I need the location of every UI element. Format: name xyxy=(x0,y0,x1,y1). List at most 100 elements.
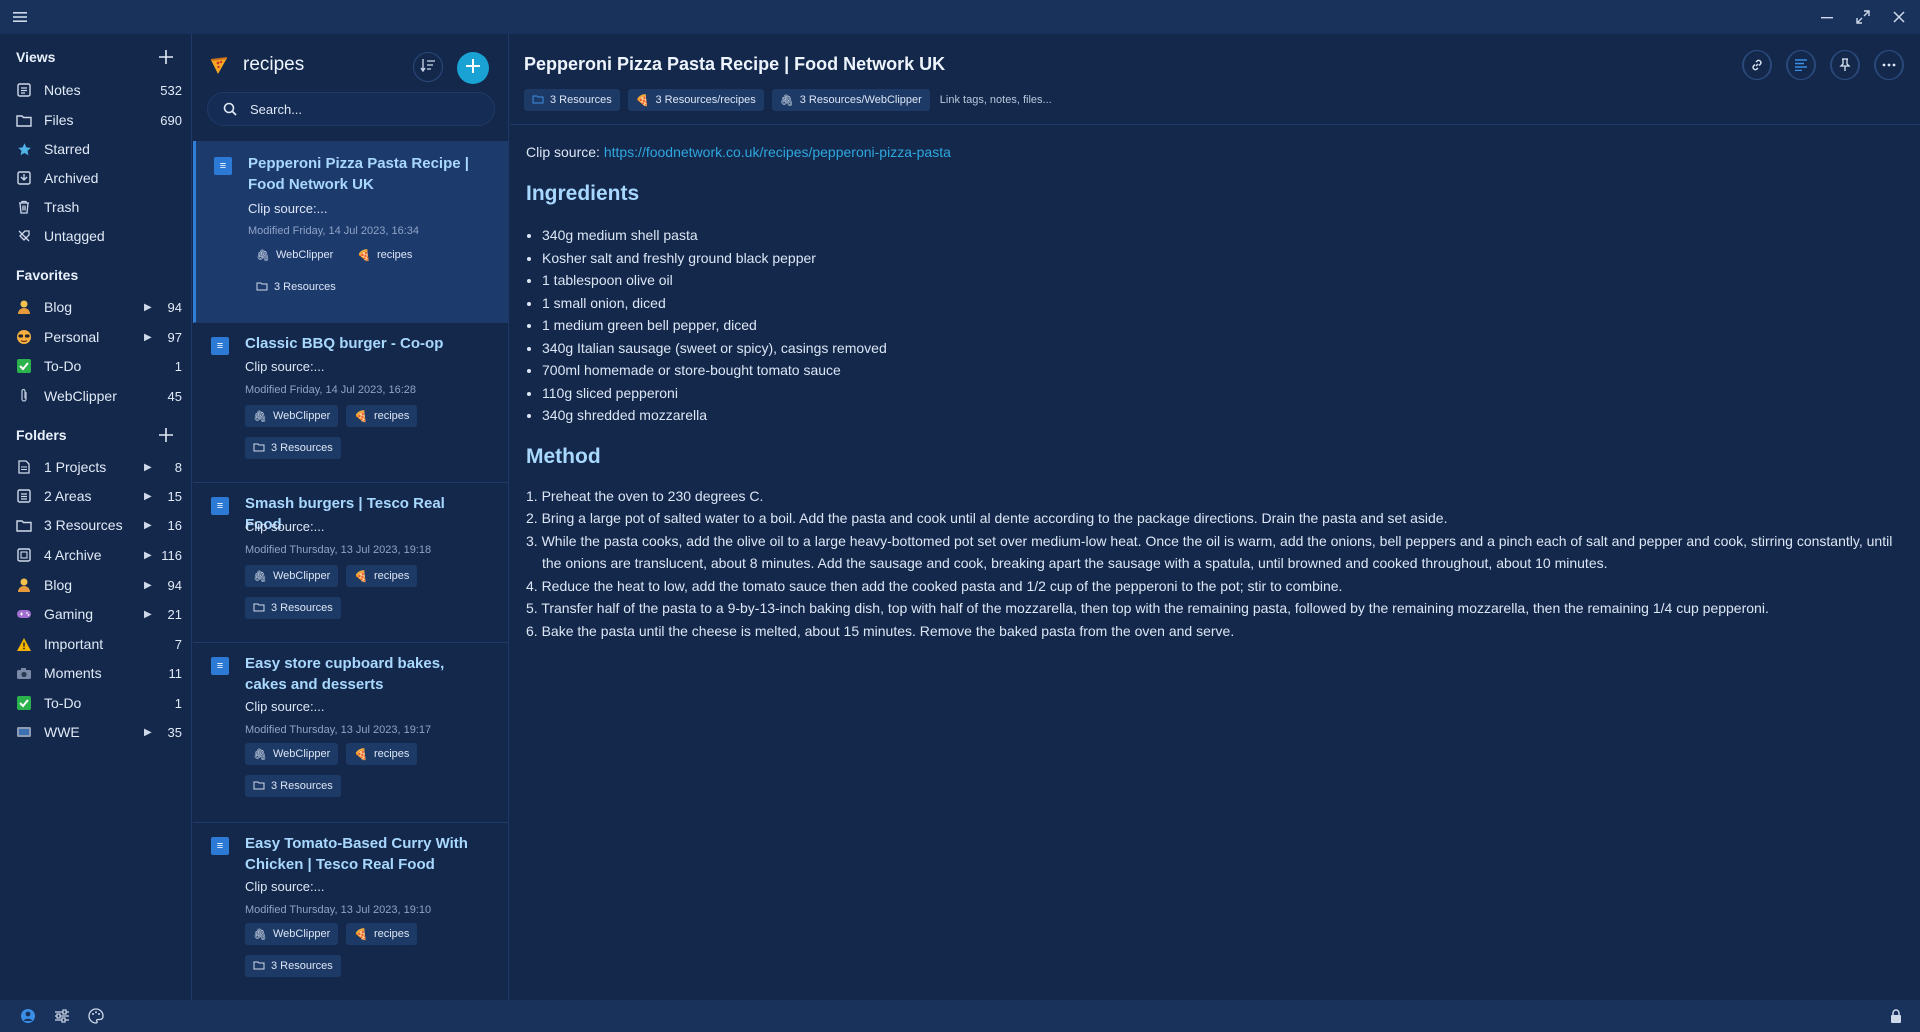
add-view-plus-icon[interactable] xyxy=(156,46,176,68)
note-content[interactable]: Clip source: https://foodnetwork.co.uk/r… xyxy=(526,144,1906,642)
chevron-right-icon[interactable]: ▶ xyxy=(144,302,154,313)
note-card[interactable]: ≡ Smash burgers | Tesco Real Food Clip s… xyxy=(193,483,508,643)
link-tags-input[interactable]: Link tags, notes, files... xyxy=(940,94,1052,106)
sidebar-item-todo[interactable]: To-Do 1 xyxy=(10,352,182,380)
tag-recipes[interactable]: 🍕 recipes xyxy=(346,923,418,945)
chevron-right-icon[interactable]: ▶ xyxy=(144,332,154,343)
tag-webclipper[interactable]: 🖇 WebClipper xyxy=(248,244,341,266)
note-modified: Modified Thursday, 13 Jul 2023, 19:10 xyxy=(245,904,432,916)
sidebar-item-untagged[interactable]: Untagged xyxy=(10,222,182,250)
link-button[interactable] xyxy=(1742,50,1772,80)
note-card[interactable]: ≡ Easy Tomato-Based Curry With Chicken |… xyxy=(193,823,508,1000)
sidebar-item-label: 3 Resources xyxy=(44,517,123,533)
sidebar-item-important[interactable]: Important 7 xyxy=(10,630,182,658)
tag-label: recipes xyxy=(376,249,413,261)
sidebar-item-areas[interactable]: 2 Areas ▶ 15 xyxy=(10,482,182,510)
note-tags: 🖇 WebClipper 🍕 recipes xyxy=(245,923,418,945)
sidebar-item-label: To-Do xyxy=(44,695,82,711)
tag-webclipper[interactable]: 🖇 WebClipper xyxy=(245,565,339,587)
chevron-right-icon[interactable]: ▶ xyxy=(144,520,154,531)
editor-tag-recipes[interactable]: 🍕 3 Resources/recipes xyxy=(627,89,764,111)
tag-recipes[interactable]: 🍕 recipes xyxy=(349,244,420,266)
add-folder-plus-icon[interactable] xyxy=(156,424,176,446)
sidebar-item-trash[interactable]: Trash xyxy=(10,193,182,221)
outline-button[interactable] xyxy=(1786,50,1816,80)
note-modified: Modified Thursday, 13 Jul 2023, 19:17 xyxy=(245,724,432,736)
folder-tag[interactable]: 3 Resources xyxy=(245,775,341,797)
note-list-header: recipes xyxy=(209,48,499,84)
search-input[interactable] xyxy=(250,101,470,117)
chevron-right-icon[interactable]: ▶ xyxy=(144,491,154,502)
settings-sliders-icon[interactable] xyxy=(52,1006,72,1026)
more-button[interactable] xyxy=(1874,50,1904,80)
editor-tag-folder[interactable]: 3 Resources xyxy=(524,89,620,111)
tag-label: 3 Resources xyxy=(550,94,612,106)
sidebar-item-count: 35 xyxy=(167,724,182,740)
sidebar-item-count: 21 xyxy=(167,606,182,622)
favorites-heading: Favorites xyxy=(16,264,176,286)
sidebar-item-starred[interactable]: Starred xyxy=(10,135,182,163)
tag-webclipper[interactable]: 🖇 WebClipper xyxy=(245,743,339,765)
tag-webclipper[interactable]: 🖇 WebClipper xyxy=(245,923,339,945)
chevron-right-icon[interactable]: ▶ xyxy=(144,727,154,738)
list-icon xyxy=(14,486,34,506)
sidebar-item-count: 116 xyxy=(161,547,182,563)
tag-recipes[interactable]: 🍕 recipes xyxy=(346,743,418,765)
note-folder: 3 Resources xyxy=(245,955,341,977)
folder-label: 3 Resources xyxy=(271,960,333,972)
folder-tag[interactable]: 3 Resources xyxy=(248,276,344,298)
sidebar-item-resources[interactable]: 3 Resources ▶ 16 xyxy=(10,511,182,539)
sidebar-item-notes[interactable]: Notes 532 xyxy=(10,76,182,104)
paperclip-icon xyxy=(14,386,34,406)
sidebar-item-webclipper[interactable]: WebClipper 45 xyxy=(10,382,182,410)
sidebar-item-archived[interactable]: Archived xyxy=(10,164,182,192)
editor-tag-webclipper[interactable]: 🖇 3 Resources/WebClipper xyxy=(771,89,930,111)
search-box[interactable] xyxy=(207,92,495,126)
tag-webclipper[interactable]: 🖇 WebClipper xyxy=(245,405,339,427)
clip-source-label: Clip source: xyxy=(526,144,600,160)
archive-icon xyxy=(14,168,34,188)
new-note-button[interactable] xyxy=(457,52,489,84)
close-icon[interactable] xyxy=(1888,6,1910,28)
minimize-icon[interactable] xyxy=(1816,6,1838,28)
sidebar-item-label: Personal xyxy=(44,329,100,345)
pin-icon xyxy=(1831,50,1859,80)
chevron-right-icon[interactable]: ▶ xyxy=(144,462,154,473)
chevron-right-icon[interactable]: ▶ xyxy=(144,580,154,591)
folder-tag[interactable]: 3 Resources xyxy=(245,437,341,459)
tag-recipes[interactable]: 🍕 recipes xyxy=(346,565,418,587)
note-card[interactable]: ≡ Easy store cupboard bakes, cakes and d… xyxy=(193,643,508,823)
maximize-icon[interactable] xyxy=(1852,6,1874,28)
sidebar-item-archive-folder[interactable]: 4 Archive ▶ 116 xyxy=(10,541,182,569)
sort-button[interactable] xyxy=(413,52,443,82)
note-card-selected[interactable]: ≡ Pepperoni Pizza Pasta Recipe | Food Ne… xyxy=(193,141,508,323)
account-icon[interactable] xyxy=(18,1006,38,1026)
note-tags: 🖇 WebClipper 🍕 recipes xyxy=(245,743,418,765)
pin-button[interactable] xyxy=(1830,50,1860,80)
sidebar-item-todo-folder[interactable]: To-Do 1 xyxy=(10,689,182,717)
trash-icon xyxy=(14,197,34,217)
chevron-right-icon[interactable]: ▶ xyxy=(144,550,154,561)
clip-source-link[interactable]: https://foodnetwork.co.uk/recipes/pepper… xyxy=(604,144,951,160)
sidebar-item-moments[interactable]: Moments 11 xyxy=(10,659,182,687)
method-step: 2. Bring a large pot of salted water to … xyxy=(526,510,1448,526)
sidebar-item-blog[interactable]: Blog ▶ 94 xyxy=(10,293,182,321)
tag-recipes[interactable]: 🍕 recipes xyxy=(346,405,418,427)
sidebar-item-files[interactable]: Files 690 xyxy=(10,106,182,134)
link-icon xyxy=(1743,50,1771,80)
hamburger-menu-icon[interactable] xyxy=(10,8,30,26)
sidebar-item-gaming[interactable]: Gaming ▶ 21 xyxy=(10,600,182,628)
folders-heading-label: Folders xyxy=(16,427,67,443)
sidebar-item-blog-folder[interactable]: Blog ▶ 94 xyxy=(10,571,182,599)
chevron-right-icon[interactable]: ▶ xyxy=(144,609,154,620)
note-card[interactable]: ≡ Classic BBQ burger - Co-op Clip source… xyxy=(193,323,508,483)
folder-tag[interactable]: 3 Resources xyxy=(245,955,341,977)
sidebar-item-projects[interactable]: 1 Projects ▶ 8 xyxy=(10,453,182,481)
sidebar-item-wwe[interactable]: WWE ▶ 35 xyxy=(10,718,182,746)
lock-icon[interactable] xyxy=(1886,1006,1906,1026)
note-title-heading[interactable]: Pepperoni Pizza Pasta Recipe | Food Netw… xyxy=(524,54,945,75)
palette-icon[interactable] xyxy=(86,1006,106,1026)
sidebar-item-personal[interactable]: Personal ▶ 97 xyxy=(10,323,182,351)
note-icon: ≡ xyxy=(211,837,229,855)
folder-tag[interactable]: 3 Resources xyxy=(245,597,341,619)
